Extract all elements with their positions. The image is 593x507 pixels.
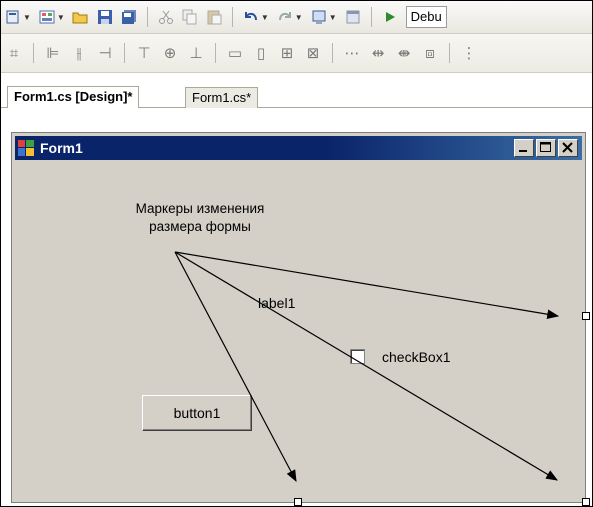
standard-toolbar: ▼ ▼ ▼ ▼ ▼ Debu xyxy=(1,1,592,34)
cut-icon[interactable] xyxy=(157,8,175,26)
designer-surface: Form1 Маркеры изменения размера формы la… xyxy=(1,110,592,506)
resize-handle-bottom[interactable] xyxy=(294,498,302,506)
copy-icon[interactable] xyxy=(181,8,199,26)
size-to-grid-icon[interactable]: ⊠ xyxy=(304,44,322,62)
toolbar-separator xyxy=(33,43,34,63)
toolbar-separator xyxy=(146,7,148,27)
resize-handle-right[interactable] xyxy=(582,312,590,320)
resize-handle-bottom-right[interactable] xyxy=(582,498,590,506)
add-item-icon[interactable] xyxy=(38,8,56,26)
toolbar-separator xyxy=(231,7,233,27)
toolbar-separator xyxy=(215,43,216,63)
redo-icon[interactable] xyxy=(276,8,294,26)
make-same-width-icon[interactable]: ▭ xyxy=(226,44,244,62)
new-project-icon[interactable] xyxy=(4,8,22,26)
document-tabs: Form1.cs [Design]* Form1.cs* xyxy=(1,73,592,109)
tab-form1-design[interactable]: Form1.cs [Design]* xyxy=(7,86,140,108)
window-icon[interactable] xyxy=(344,8,362,26)
align-tops-icon[interactable]: ⊤ xyxy=(135,44,153,62)
toolbar-separator xyxy=(370,7,372,27)
align-rights-icon[interactable]: ⊣ xyxy=(96,44,114,62)
start-debugging-icon[interactable] xyxy=(381,8,399,26)
align-centers-icon[interactable]: ⫲ xyxy=(70,44,88,62)
ide-window: ▼ ▼ ▼ ▼ ▼ Debu ⌗ ⊫ ⫲ ⊣ ⊤ ⊕ ⊥ ▭ ▯ ⊞ ⊠ ⋯ ⇹… xyxy=(0,0,593,507)
toolbar-separator xyxy=(332,43,333,63)
tab-form1-code[interactable]: Form1.cs* xyxy=(185,87,259,108)
navigate-dropdown-icon[interactable]: ▼ xyxy=(329,13,337,22)
increase-horizontal-spacing-icon[interactable]: ⇹ xyxy=(369,44,387,62)
new-project-dropdown-icon[interactable]: ▼ xyxy=(23,13,31,22)
save-all-icon[interactable] xyxy=(120,8,138,26)
form-window[interactable]: Form1 Маркеры изменения размера формы la… xyxy=(11,132,586,503)
toolbar-separator xyxy=(124,43,125,63)
arrow-to-corner-handle xyxy=(174,251,559,481)
paste-icon[interactable] xyxy=(205,8,223,26)
toolbar-separator xyxy=(449,43,450,63)
annotation-arrows xyxy=(174,251,560,483)
undo-icon[interactable] xyxy=(242,8,260,26)
align-lefts-icon[interactable]: ⊫ xyxy=(44,44,62,62)
add-item-dropdown-icon[interactable]: ▼ xyxy=(57,13,65,22)
align-middles-icon[interactable]: ⊕ xyxy=(161,44,179,62)
redo-dropdown-icon[interactable]: ▼ xyxy=(295,13,303,22)
undo-dropdown-icon[interactable]: ▼ xyxy=(261,13,269,22)
make-same-height-icon[interactable]: ▯ xyxy=(252,44,270,62)
vertical-spacing-icon[interactable]: ⋮ xyxy=(460,44,478,62)
horizontal-spacing-equal-icon[interactable]: ⋯ xyxy=(343,44,361,62)
decrease-horizontal-spacing-icon[interactable]: ⇼ xyxy=(395,44,413,62)
make-same-size-icon[interactable]: ⊞ xyxy=(278,44,296,62)
layout-toolbar: ⌗ ⊫ ⫲ ⊣ ⊤ ⊕ ⊥ ▭ ▯ ⊞ ⊠ ⋯ ⇹ ⇼ ⧈ ⋮ xyxy=(1,34,592,73)
remove-horizontal-spacing-icon[interactable]: ⧈ xyxy=(421,44,439,62)
save-icon[interactable] xyxy=(96,8,114,26)
align-bottoms-icon[interactable]: ⊥ xyxy=(187,44,205,62)
arrow-to-bottom-handle xyxy=(174,251,297,483)
align-to-grid-icon[interactable]: ⌗ xyxy=(5,44,23,62)
solution-configuration-select[interactable]: Debu xyxy=(405,6,447,28)
arrow-to-right-handle xyxy=(174,251,560,319)
navigate-icon[interactable] xyxy=(310,8,328,26)
open-folder-icon[interactable] xyxy=(72,8,90,26)
